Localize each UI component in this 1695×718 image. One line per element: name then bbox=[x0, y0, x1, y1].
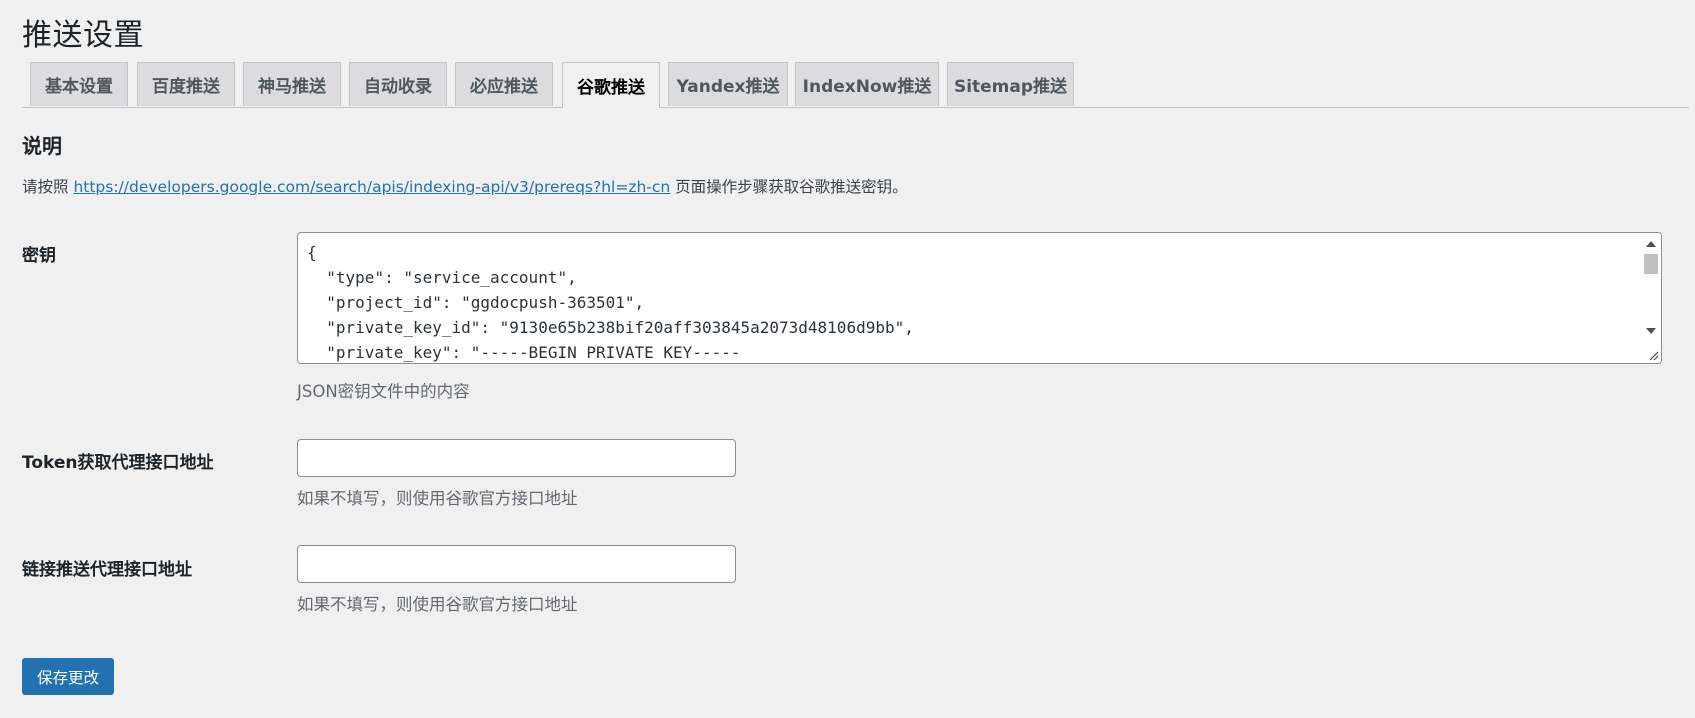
push-proxy-input[interactable] bbox=[297, 545, 736, 583]
resize-grip-icon[interactable] bbox=[1647, 349, 1659, 361]
tab-shenma-push[interactable]: 神马推送 bbox=[243, 62, 341, 106]
key-label: 密钥 bbox=[22, 246, 56, 266]
description: 请按照 https://developers.google.com/search… bbox=[22, 175, 908, 197]
scroll-up-arrow-icon[interactable] bbox=[1646, 241, 1656, 247]
tab-indexnow-push[interactable]: IndexNow推送 bbox=[795, 62, 939, 106]
key-textarea[interactable]: { "type": "service_account", "project_id… bbox=[297, 232, 1662, 364]
key-textarea-content[interactable]: { "type": "service_account", "project_id… bbox=[307, 240, 1635, 363]
push-proxy-help-text: 如果不填写，则使用谷歌官方接口地址 bbox=[297, 595, 578, 614]
tab-auto-index[interactable]: 自动收录 bbox=[349, 62, 447, 106]
google-prereqs-link[interactable]: https://developers.google.com/search/api… bbox=[73, 178, 670, 196]
tab-bing-push[interactable]: 必应推送 bbox=[455, 62, 553, 106]
scrollbar-thumb[interactable] bbox=[1644, 254, 1658, 274]
page-title: 推送设置 bbox=[22, 18, 144, 53]
tab-sitemap-push[interactable]: Sitemap推送 bbox=[947, 62, 1074, 106]
token-proxy-input[interactable] bbox=[297, 439, 736, 477]
description-prefix: 请按照 bbox=[22, 178, 74, 196]
token-proxy-help-text: 如果不填写，则使用谷歌官方接口地址 bbox=[297, 489, 578, 508]
push-proxy-label: 链接推送代理接口地址 bbox=[22, 560, 192, 580]
tab-bar: 基本设置 百度推送 神马推送 自动收录 必应推送 谷歌推送 Yandex推送 I… bbox=[22, 62, 1689, 108]
token-proxy-label: Token获取代理接口地址 bbox=[22, 453, 214, 473]
tab-basic-settings[interactable]: 基本设置 bbox=[30, 62, 128, 106]
save-button[interactable]: 保存更改 bbox=[22, 658, 114, 695]
section-title: 说明 bbox=[22, 134, 62, 158]
tab-baidu-push[interactable]: 百度推送 bbox=[137, 62, 235, 106]
textarea-scrollbar[interactable] bbox=[1641, 233, 1661, 363]
key-help-text: JSON密钥文件中的内容 bbox=[297, 382, 470, 401]
description-suffix: 页面操作步骤获取谷歌推送密钥。 bbox=[670, 178, 908, 196]
tab-google-push[interactable]: 谷歌推送 bbox=[562, 62, 660, 108]
scroll-down-arrow-icon[interactable] bbox=[1646, 328, 1656, 334]
tab-yandex-push[interactable]: Yandex推送 bbox=[668, 62, 788, 106]
